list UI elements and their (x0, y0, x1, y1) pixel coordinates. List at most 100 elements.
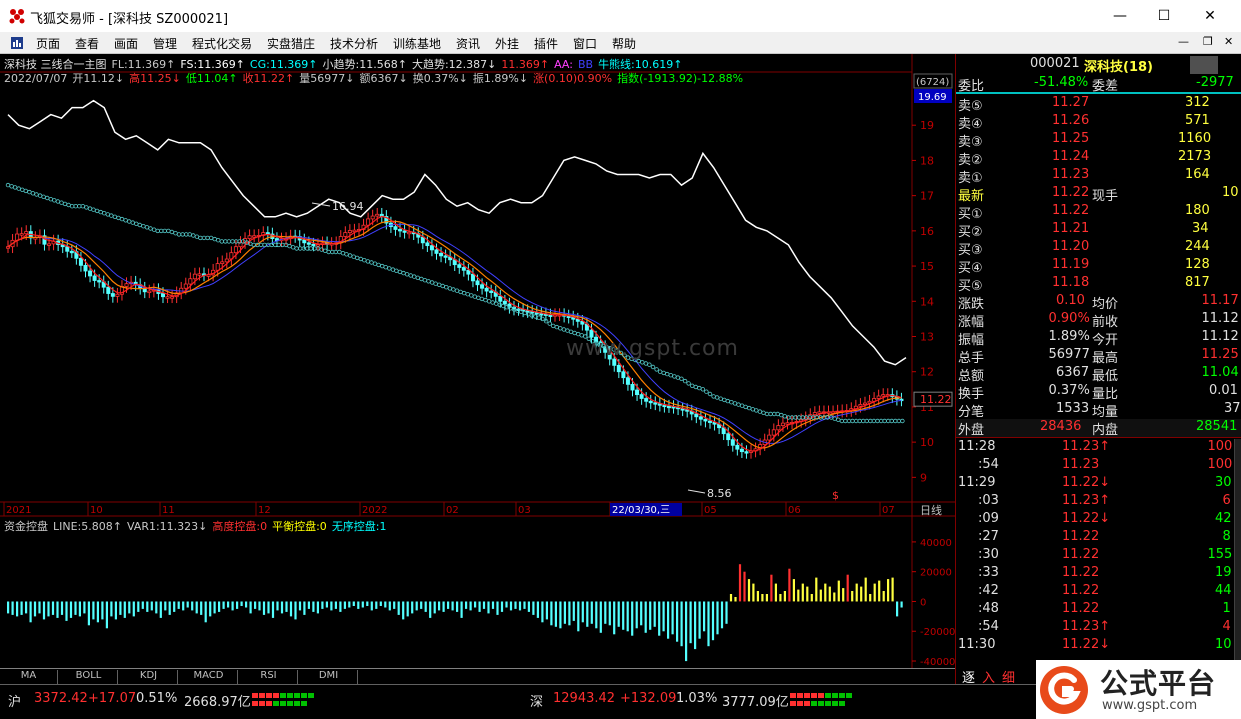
stat-row[interactable]: 总额 6367 最低 11.04 (956, 365, 1241, 384)
stat-row[interactable]: 涨幅 0.90% 前收 11.12 (956, 311, 1241, 330)
stat-row[interactable]: 分笔 1533 均量 37 (956, 401, 1241, 420)
menu-training[interactable]: 训练基地 (393, 35, 441, 52)
candle-body (311, 243, 316, 247)
buy-level-row[interactable]: 买① 11.22 180 (956, 203, 1241, 222)
control-bar (438, 601, 441, 611)
sell-level-row[interactable]: 卖③ 11.25 1160 (956, 131, 1241, 150)
tick-row[interactable]: :30 11.22 155 (956, 547, 1241, 565)
menu-window[interactable]: 窗口 (573, 35, 597, 52)
buy-level-row[interactable]: 买② 11.21 34 (956, 221, 1241, 240)
tab-kdj[interactable]: KDJ (120, 670, 178, 684)
sell-level-price: 11.25 (1052, 131, 1090, 146)
buy-level-row[interactable]: 买④ 11.19 128 (956, 257, 1241, 276)
control-bar (779, 594, 782, 602)
menu-screen[interactable]: 画面 (114, 35, 138, 52)
quote-header[interactable]: 000021 深科技(18) (956, 56, 1241, 75)
buy-level-row[interactable]: 买⑤ 11.18 817 (956, 275, 1241, 294)
chart-panel[interactable]: 9 10 11 12 13 14 15 16 17 18 19 (6724) 19.69 11.22 16.… (0, 54, 955, 684)
mdi-minimize-button[interactable]: — (1178, 35, 1189, 48)
buy-level-label: 买③ (958, 243, 983, 258)
menu-live-hunt[interactable]: 实盘猎庄 (267, 35, 315, 52)
tick-row[interactable]: :27 11.22 8 (956, 529, 1241, 547)
menu-plugin-ext[interactable]: 外挂 (495, 35, 519, 52)
sell-level-row[interactable]: 卖② 11.24 2173 (956, 149, 1241, 168)
tick-row[interactable]: :54 11.23 100 (956, 457, 1241, 475)
weibi-row[interactable]: 委比 -51.48% 委差 -2977 (956, 75, 1241, 94)
control-bar (505, 601, 508, 608)
waipan-row[interactable]: 外盘 28436 内盘 28541 (956, 419, 1241, 438)
tab-rsi[interactable]: RSI (240, 670, 298, 684)
control-bar (788, 568, 791, 602)
candle-body (233, 246, 238, 254)
menu-view[interactable]: 查看 (75, 35, 99, 52)
tick-row[interactable]: 11:28 11.23↑ 100 (956, 439, 1241, 457)
bull-bear-dot (782, 414, 787, 419)
control-bar (348, 601, 351, 608)
tick-row[interactable]: 11:30 11.22↓ 10 (956, 637, 1241, 655)
mdi-close-button[interactable]: ✕ (1224, 35, 1233, 48)
bull-bear-dot (561, 327, 567, 332)
latest-row[interactable]: 最新 11.22 现手 10 (956, 185, 1241, 204)
tick-row[interactable]: :03 11.23↑ 6 (956, 493, 1241, 511)
sz-index[interactable]: 12943.42 (553, 691, 615, 706)
menu-addins[interactable]: 插件 (534, 35, 558, 52)
candle-body (224, 258, 229, 263)
bull-bear-dot (158, 228, 164, 234)
kline-chart[interactable]: 9 10 11 12 13 14 15 16 17 18 19 (6724) 19.69 11.22 16.… (0, 54, 955, 668)
buy-level-row[interactable]: 买③ 11.20 244 (956, 239, 1241, 258)
bull-bear-dot (476, 295, 481, 300)
sh-index[interactable]: 3372.42 (34, 691, 88, 706)
buy-level-volume: 128 (1185, 257, 1210, 272)
stat-value: 11.17 (1201, 293, 1239, 308)
stat-row[interactable]: 总手 56977 最高 11.25 (956, 347, 1241, 366)
system-menu-icon[interactable] (10, 36, 24, 50)
tick-volume: 155 (1207, 547, 1233, 562)
tick-scrollbar[interactable] (1234, 439, 1241, 664)
control-bar (168, 601, 171, 615)
tick-row[interactable]: :09 11.22↓ 42 (956, 511, 1241, 529)
tab-boll[interactable]: BOLL (60, 670, 118, 684)
menu-info[interactable]: 资讯 (456, 35, 480, 52)
control-bar (541, 601, 544, 623)
candle-body (69, 250, 74, 254)
control-bar (783, 591, 786, 602)
sell-level-row[interactable]: 卖① 11.23 164 (956, 167, 1241, 186)
minimize-button[interactable]: — (1108, 6, 1132, 26)
tick-row[interactable]: :54 11.23↑ 4 (956, 619, 1241, 637)
mdi-restore-button[interactable]: ❐ (1203, 35, 1213, 48)
stat-row[interactable]: 涨跌 0.10 均价 11.17 (956, 293, 1241, 312)
sell-level-row[interactable]: 卖⑤ 11.27 312 (956, 95, 1241, 114)
tick-row[interactable]: :42 11.22 44 (956, 583, 1241, 601)
tick-volume: 8 (1222, 529, 1231, 544)
control-bar (182, 601, 185, 611)
control-bar (801, 583, 804, 602)
price-box-bottom-label: 19.69 (918, 92, 947, 103)
menu-page[interactable]: 页面 (36, 35, 60, 52)
bull-bear-dot (426, 279, 431, 284)
tick-row[interactable]: :48 11.22 1 (956, 601, 1241, 619)
menu-help[interactable]: 帮助 (612, 35, 636, 52)
f10-icon[interactable] (1190, 56, 1218, 74)
tick-row[interactable]: :33 11.22 19 (956, 565, 1241, 583)
control-bar (837, 580, 840, 602)
menu-program-trading[interactable]: 程式化交易 (192, 35, 252, 52)
tick-price: 11.22↓ (1062, 511, 1111, 526)
tick-row[interactable]: 11:29 11.22↓ 30 (956, 475, 1241, 493)
menu-tech-analysis[interactable]: 技术分析 (330, 35, 378, 52)
stat-row[interactable]: 换手 0.37% 量比 0.01 (956, 383, 1241, 402)
info-item: 高11.25↓ (129, 72, 181, 85)
control-bar (429, 601, 432, 618)
tab-macd[interactable]: MACD (180, 670, 238, 684)
stat-row[interactable]: 振幅 1.89% 今开 11.12 (956, 329, 1241, 348)
close-button[interactable]: ✕ (1198, 6, 1222, 26)
tab-ma[interactable]: MA (0, 670, 58, 684)
maximize-button[interactable]: ☐ (1152, 6, 1176, 26)
candle-body (539, 313, 544, 316)
info-item: 收11.22↑ (242, 72, 295, 85)
title-bar[interactable]: 飞狐交易师 - [深科技 SZ000021] — ☐ ✕ (0, 0, 1241, 32)
control-bar (56, 601, 59, 618)
control-bar (285, 601, 288, 612)
sell-level-row[interactable]: 卖④ 11.26 571 (956, 113, 1241, 132)
menu-manage[interactable]: 管理 (153, 35, 177, 52)
tab-dmi[interactable]: DMI (300, 670, 358, 684)
